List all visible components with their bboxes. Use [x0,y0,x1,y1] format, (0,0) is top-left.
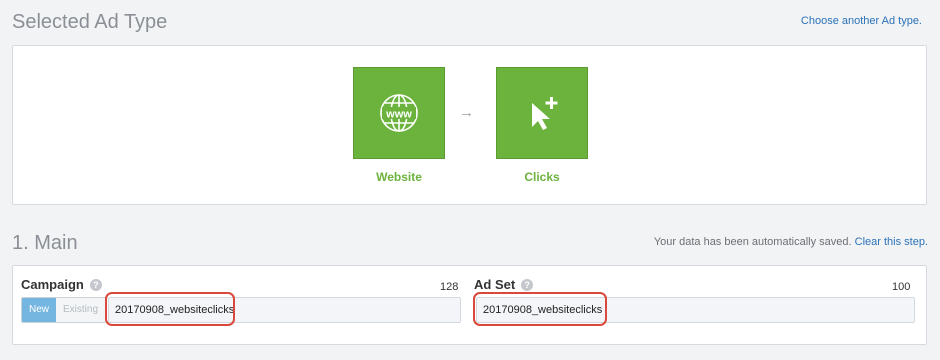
clicks-tile[interactable] [496,67,588,159]
campaign-help-icon[interactable]: ? [89,278,102,291]
campaign-label: Campaign ? [21,277,102,292]
adset-label-text: Ad Set [474,277,516,292]
section-title-main: 1. Main [12,232,78,254]
svg-text:www: www [385,109,412,121]
website-tile-label: Website [376,170,422,184]
clear-step-link[interactable]: Clear this step. [855,236,928,248]
cursor-plus-icon [532,97,558,130]
flow-arrow-icon: → [459,104,474,121]
toggle-new-button[interactable]: New [22,298,57,322]
campaign-char-counter: 128 [440,281,459,293]
website-tile[interactable]: www [353,67,445,159]
choose-another-ad-type-link[interactable]: Choose another Ad type. [801,15,922,27]
adset-char-counter: 100 [892,281,911,293]
campaign-new-existing-toggle: New Existing [21,297,107,323]
adset-name-input[interactable]: 20170908_websiteclicks [473,292,915,326]
autosave-status: Your data has been automatically saved. … [654,236,928,248]
adset-name-value: 20170908_websiteclicks [483,304,603,316]
ad-type-panel: www Website → Clicks [12,45,927,205]
toggle-existing-button[interactable]: Existing [56,298,106,322]
campaign-label-text: Campaign [21,277,84,292]
adset-help-icon[interactable]: ? [521,278,534,291]
campaign-name-input[interactable]: 20170908_websiteclicks [105,292,461,326]
adset-label: Ad Set ? [474,277,534,292]
clicks-tile-label: Clicks [524,170,560,184]
main-form-panel: Campaign ? 128 New Existing 20170908_web… [12,265,927,345]
globe-www-icon: www [380,94,418,132]
campaign-name-value: 20170908_websiteclicks [115,304,235,316]
section-title-selected-ad-type: Selected Ad Type [12,11,168,33]
autosave-message: Your data has been automatically saved. [653,236,852,248]
